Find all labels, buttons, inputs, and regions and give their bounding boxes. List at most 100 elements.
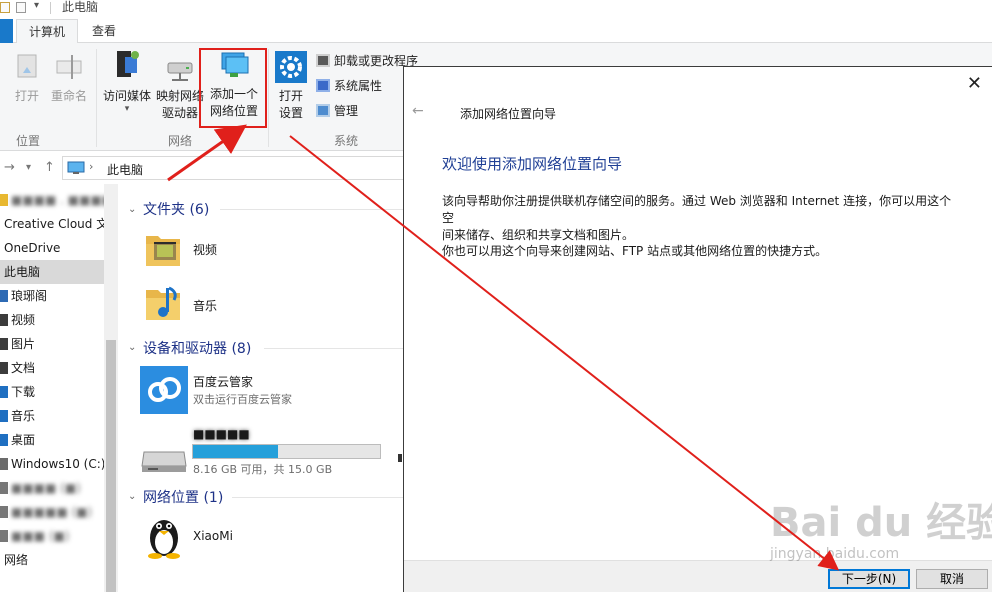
section-title-devices[interactable]: 设备和驱动器 (8) [143, 338, 251, 358]
open-button[interactable]: 打开 [8, 51, 46, 105]
sidebar-item-label: 图片 [11, 337, 36, 351]
collapse-caret-icon[interactable]: ⌄ [128, 491, 136, 502]
sidebar-item[interactable]: Windows10 (C:) [0, 452, 104, 476]
access-media-label: 访问媒体 [102, 89, 151, 103]
close-icon[interactable]: ✕ [967, 73, 982, 94]
system-properties-icon [316, 79, 330, 92]
manage-button[interactable]: 管理 [316, 103, 358, 119]
open-settings-label-1: 打开 [278, 89, 303, 103]
address-bar[interactable]: › 此电脑 [62, 156, 404, 180]
sidebar-item[interactable]: 网络 [0, 548, 104, 572]
system-properties-button[interactable]: 系统属性 [316, 78, 382, 94]
section-divider [264, 348, 404, 349]
sidebar-item[interactable]: 视频 [0, 308, 104, 332]
folder-label: 视频 [193, 243, 218, 257]
folder-videos[interactable] [144, 228, 184, 273]
window-title: 此电脑 [62, 0, 99, 14]
tab-file[interactable] [0, 19, 13, 43]
penguin-icon [148, 520, 180, 559]
tab-view[interactable]: 查看 [80, 19, 128, 44]
network-location-icon [221, 52, 249, 77]
map-drive-label-2: 驱动器 [161, 106, 198, 120]
sidebar-item-label: Windows10 (C:) [11, 457, 104, 471]
sidebar-item-label: OneDrive [4, 241, 61, 255]
open-settings-button[interactable]: 打开 设置 [272, 51, 310, 122]
watermark-logo-text: Bai du 经验 [770, 500, 992, 546]
section-divider [232, 497, 404, 498]
chevron-down-icon: ▾ [124, 104, 130, 114]
sidebar-item[interactable]: 桌面 [0, 428, 104, 452]
wizard-title: 添加网络位置向导 [460, 107, 557, 121]
sidebar-item-label: 桌面 [11, 433, 36, 447]
sidebar-item[interactable]: ■■■■■ (■) [0, 500, 104, 524]
sidebar-item-label: 视频 [11, 313, 36, 327]
forward-arrow-icon[interactable]: → [4, 160, 15, 175]
section-title-network[interactable]: 网络位置 (1) [143, 487, 223, 507]
back-arrow-icon[interactable]: ← [412, 103, 424, 119]
sidebar-item[interactable]: ■■■■ (■) [0, 476, 104, 500]
sidebar-item[interactable]: ■■■ (■) [0, 524, 104, 548]
device-baidu[interactable] [140, 366, 188, 417]
sidebar-item[interactable]: Creative Cloud 文 [0, 212, 104, 236]
folder-label: 音乐 [193, 299, 218, 313]
group-label-network: 网络 [168, 134, 193, 148]
device-drive[interactable] [140, 442, 188, 477]
nav-scrollbar-thumb[interactable] [106, 340, 116, 592]
section-title-folders[interactable]: 文件夹 (6) [143, 199, 209, 219]
collapse-caret-icon[interactable]: ⌄ [128, 342, 136, 353]
sidebar-item-label: ■■■■ (■) [11, 481, 81, 495]
wizard-note: 你也可以用这个向导来创建网站、FTP 站点或其他网络位置的快捷方式。 [442, 244, 828, 258]
drive-usage-fill [193, 445, 279, 458]
tab-computer[interactable]: 计算机 [16, 19, 79, 44]
sidebar-item-label: 网络 [4, 553, 29, 567]
baidu-watermark: Bai du 经验 jingyan.baidu.com [760, 480, 992, 580]
sidebar-item-icon [0, 530, 8, 542]
sidebar-item-label: ■■■■■ (■) [11, 505, 93, 519]
rename-icon [56, 55, 82, 79]
network-location-xiaomi[interactable] [144, 512, 184, 563]
document-icon[interactable] [16, 2, 26, 13]
title-separator [50, 2, 51, 14]
folder-music[interactable] [144, 282, 184, 327]
sidebar-item[interactable]: OneDrive [0, 236, 104, 260]
map-network-drive-button[interactable]: 映射网络 驱动器 [154, 57, 206, 122]
sidebar-item[interactable]: ■■■■ . ■■■■ [0, 188, 104, 212]
sidebar-item[interactable]: 下载 [0, 380, 104, 404]
add-network-location-button[interactable]: 添加一个 网络位置 [206, 49, 262, 120]
open-settings-label-2: 设置 [278, 106, 303, 120]
manage-icon [316, 104, 330, 117]
chevron-right-icon[interactable]: › [89, 160, 93, 173]
device-description: 双击运行百度云管家 [193, 393, 292, 406]
content-pane: ⌄ 文件夹 (6) 视频 音乐 ⌄ 设备和驱动器 (8) 百度云管家 双击运行百… [118, 184, 404, 592]
sidebar-item-label: 琅琊阁 [11, 289, 48, 303]
rename-label: 重命名 [50, 89, 87, 103]
sidebar-item-icon [0, 506, 8, 518]
drive-label: ■■■■■ [193, 427, 250, 441]
device-label: 百度云管家 [193, 375, 254, 389]
sidebar-item[interactable]: 音乐 [0, 404, 104, 428]
sidebar-item[interactable]: 文档 [0, 356, 104, 380]
collapse-caret-icon[interactable]: ⌄ [128, 204, 136, 215]
sidebar-item[interactable]: 图片 [0, 332, 104, 356]
drive-usage-bar [192, 444, 381, 459]
title-bar: ▾ 此电脑 [0, 0, 992, 16]
network-location-label: XiaoMi [193, 529, 233, 543]
group-separator [268, 49, 269, 147]
address-path: 此电脑 [107, 163, 144, 177]
recent-chevron-icon[interactable]: ▾ [26, 162, 31, 173]
wizard-description-line: 该向导帮助你注册提供联机存储空间的服务。通过 Web 浏览器和 Internet… [442, 194, 952, 225]
sidebar-item-icon [0, 338, 8, 350]
access-media-button[interactable]: 访问媒体 ▾ [102, 49, 152, 114]
add-location-label-2: 网络位置 [209, 104, 258, 118]
next-drive-edge [398, 454, 402, 462]
computer-icon [67, 161, 85, 174]
sidebar-item-label: 音乐 [11, 409, 36, 423]
open-label: 打开 [14, 89, 39, 103]
chevron-down-icon[interactable]: ▾ [34, 0, 39, 11]
sidebar-item[interactable]: 此电脑 [0, 260, 104, 284]
gear-icon [275, 51, 307, 83]
sidebar-item-icon [0, 290, 8, 302]
sidebar-item[interactable]: 琅琊阁 [0, 284, 104, 308]
rename-button[interactable]: 重命名 [48, 51, 90, 105]
up-arrow-icon[interactable]: ↑ [44, 160, 55, 175]
